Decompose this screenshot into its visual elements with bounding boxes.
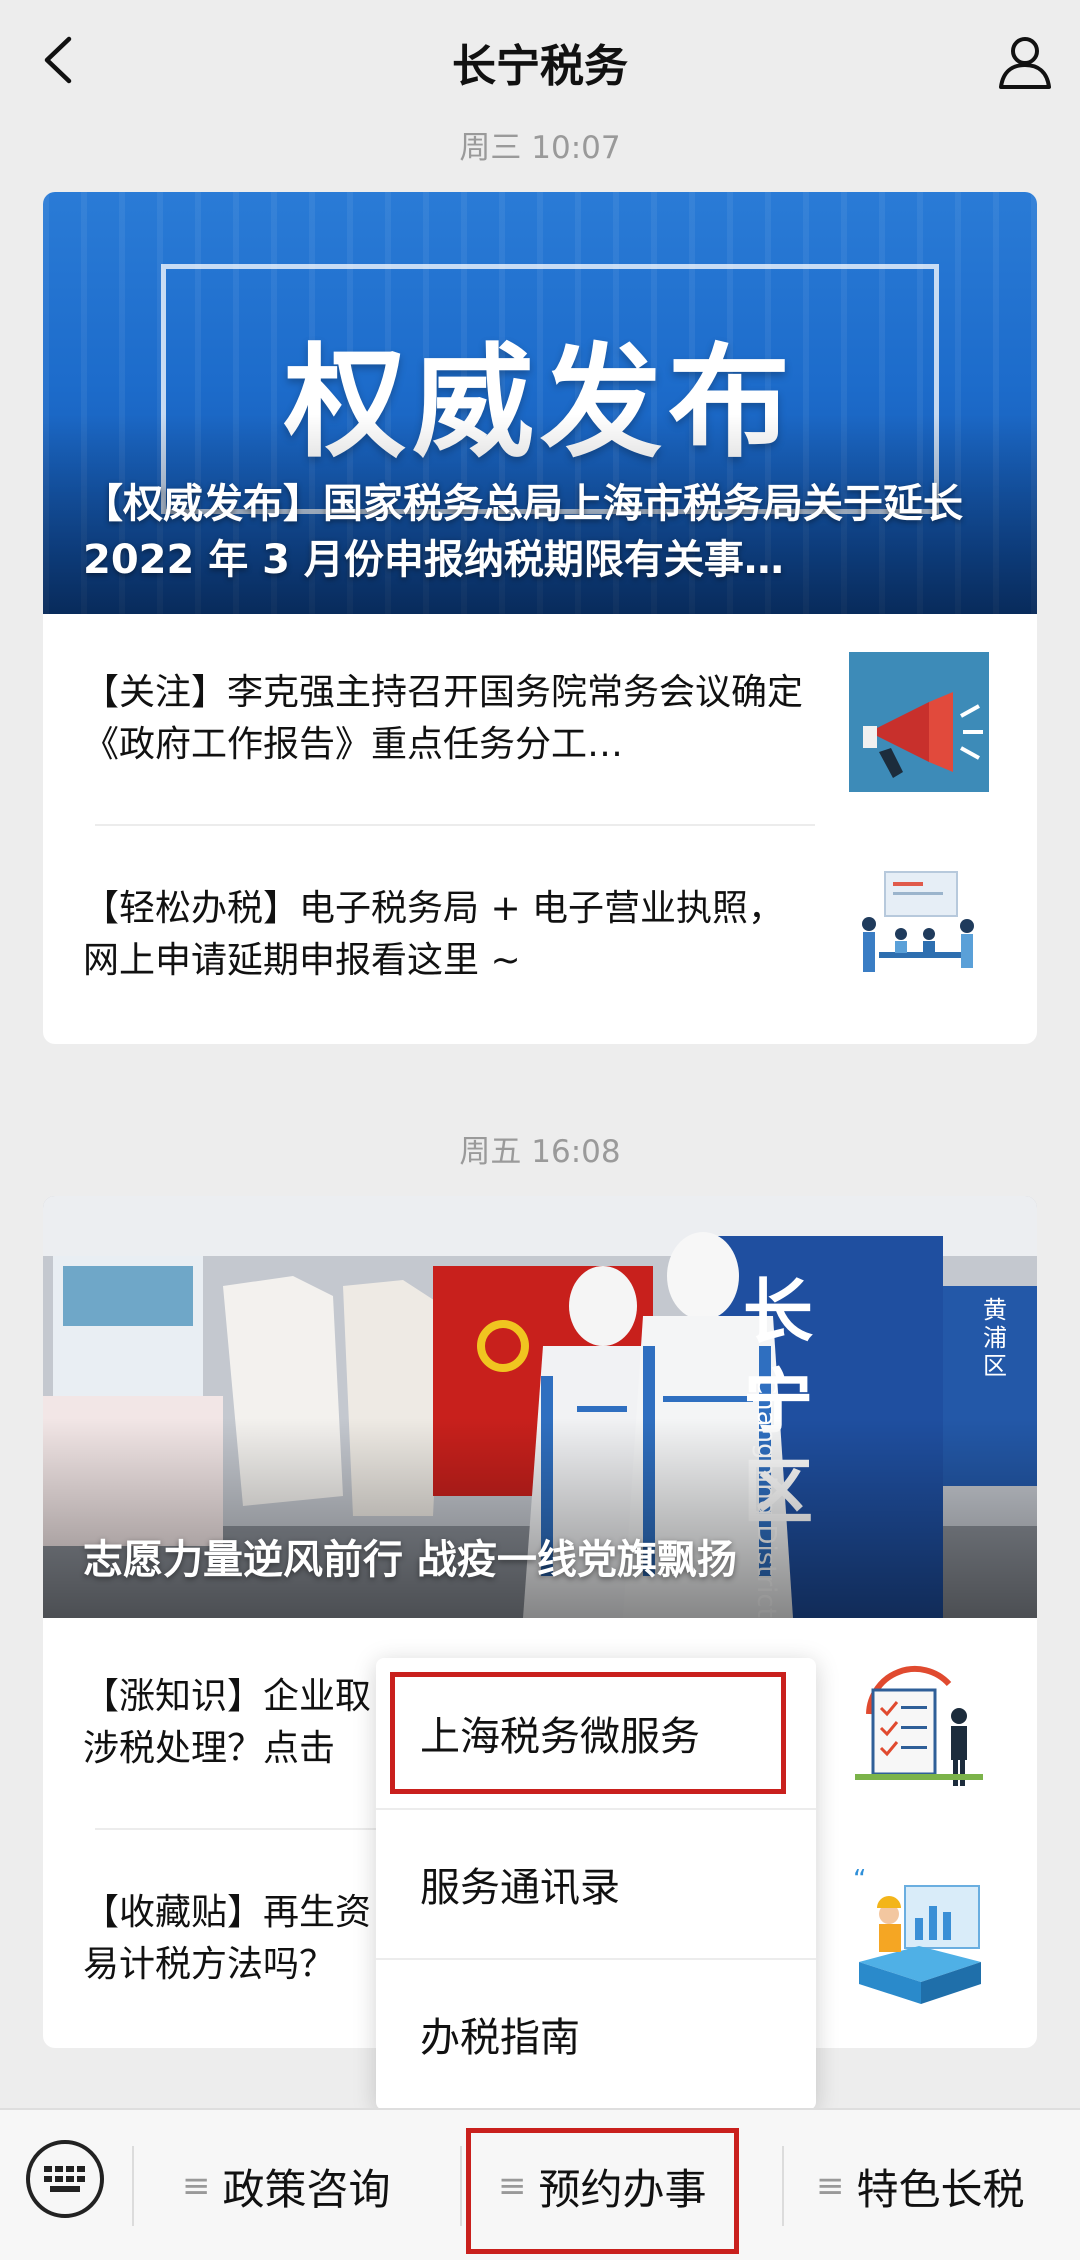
menu-label: 特色长税 <box>856 2164 1025 2214</box>
top-nav-bar: 长宁税务 <box>0 0 1080 124</box>
hero-caption: 志愿力量逆风前行 战疫一线党旗飘扬 <box>83 1537 737 1583</box>
menu-policy-consult[interactable]: ≡ 政策咨询 <box>182 2110 391 2260</box>
article-title: 【轻松办税】电子税务局 + 电子营业执照，网上申请延期申报看这里 ~ <box>83 888 785 981</box>
menu-label: 政策咨询 <box>222 2164 391 2214</box>
page-title: 长宁税务 <box>452 41 628 92</box>
menu-featured-changning-tax[interactable]: ≡ 特色长税 <box>816 2110 1025 2260</box>
hero-article[interactable]: 权威发布 【权威发布】国家税务总局上海市税务局关于延长 2022 年 3 月份申… <box>43 192 1037 614</box>
message-timestamp: 周三 10:07 <box>459 130 621 166</box>
popup-menu: 上海税务微服务 服务通讯录 办税指南 <box>376 1658 816 2110</box>
bar-separator <box>132 2146 134 2226</box>
menu-label: 预约办事 <box>538 2164 707 2214</box>
keyboard-icon <box>44 2166 85 2192</box>
checklist-illustration <box>849 1654 989 1794</box>
bar-separator <box>782 2146 784 2226</box>
worker-illustration: “ <box>849 1866 989 2006</box>
megaphone-icon <box>849 652 989 792</box>
hero-caption: 【权威发布】国家税务总局上海市税务局关于延长 2022 年 3 月份申报纳税期限… <box>83 481 963 583</box>
article-card: 权威发布 【权威发布】国家税务总局上海市税务局关于延长 2022 年 3 月份申… <box>43 192 1037 1044</box>
hero-article[interactable]: 长 宁 区 Changning District 黄浦区 志愿力量逆风前行 战疫… <box>43 1196 1037 1618</box>
menu-lines-icon: ≡ <box>498 2166 527 2206</box>
district-sign-char: 长 <box>743 1271 813 1353</box>
article-title: 【关注】李克强主持召开国务院常务会议确定《政府工作报告》重点任务分工… <box>83 672 803 765</box>
meeting-illustration <box>849 864 989 1004</box>
menu-appointment[interactable]: ≡ 预约办事 <box>466 2110 738 2260</box>
bottom-menu-bar: ≡ 政策咨询 ≡ 预约办事 ≡ 特色长税 <box>0 2108 1080 2260</box>
menu-item-shanghai-tax-micro-service[interactable]: 上海税务微服务 <box>376 1658 816 1808</box>
list-item[interactable]: 【关注】李克强主持召开国务院常务会议确定《政府工作报告》重点任务分工… <box>43 614 1037 824</box>
message-timestamp: 周五 16:08 <box>459 1134 621 1170</box>
profile-button[interactable] <box>992 28 1058 94</box>
person-icon <box>999 37 1051 89</box>
menu-item-tax-guide[interactable]: 办税指南 <box>376 1958 816 2108</box>
hero-shade <box>43 1418 1037 1618</box>
keyboard-toggle-button[interactable] <box>26 2140 104 2218</box>
district-sign-huangpu: 黄浦区 <box>983 1296 1007 1380</box>
bar-separator <box>460 2146 462 2226</box>
menu-lines-icon: ≡ <box>816 2166 845 2206</box>
svg-text:“: “ <box>853 1866 866 1895</box>
list-item[interactable]: 【轻松办税】电子税务局 + 电子营业执照，网上申请延期申报看这里 ~ <box>43 826 1037 1044</box>
menu-lines-icon: ≡ <box>182 2166 211 2206</box>
menu-item-service-directory[interactable]: 服务通讯录 <box>376 1808 816 1958</box>
